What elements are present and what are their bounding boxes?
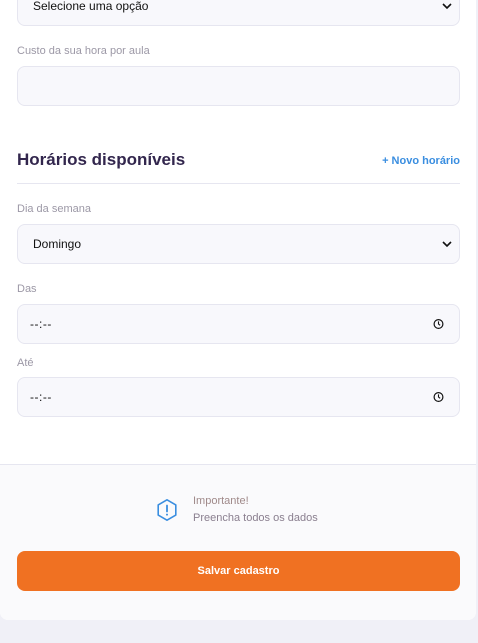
from-time-value: --:-- (30, 317, 52, 331)
warning-text: Preencha todos os dados (193, 512, 318, 524)
subject-select-value: Selecione uma opção (33, 0, 149, 13)
clock-icon[interactable] (433, 319, 444, 330)
to-label: Até (17, 357, 34, 369)
weekday-select[interactable]: Domingo (17, 224, 460, 264)
subject-select[interactable]: Selecione uma opção (17, 0, 460, 26)
chevron-down-icon (442, 3, 452, 10)
warning-icon (157, 499, 177, 521)
schedule-title: Horários disponíveis (17, 150, 186, 169)
new-slot-button[interactable]: + Novo horário (382, 155, 460, 167)
cost-input[interactable] (17, 66, 460, 106)
to-time-input[interactable]: --:-- (17, 377, 460, 417)
from-label: Das (17, 283, 37, 295)
weekday-label: Dia da semana (17, 203, 91, 215)
clock-icon[interactable] (433, 392, 444, 403)
form-footer (0, 464, 476, 620)
save-button[interactable]: Salvar cadastro (17, 551, 460, 591)
from-time-input[interactable]: --:-- (17, 304, 460, 344)
cost-label: Custo da sua hora por aula (17, 45, 150, 57)
chevron-down-icon (442, 241, 452, 248)
form-card: Selecione uma opção Custo da sua hora po… (0, 0, 476, 620)
divider (17, 183, 460, 184)
to-time-value: --:-- (30, 390, 52, 404)
weekday-select-value: Domingo (33, 237, 82, 251)
warning-title: Importante! (193, 495, 249, 507)
